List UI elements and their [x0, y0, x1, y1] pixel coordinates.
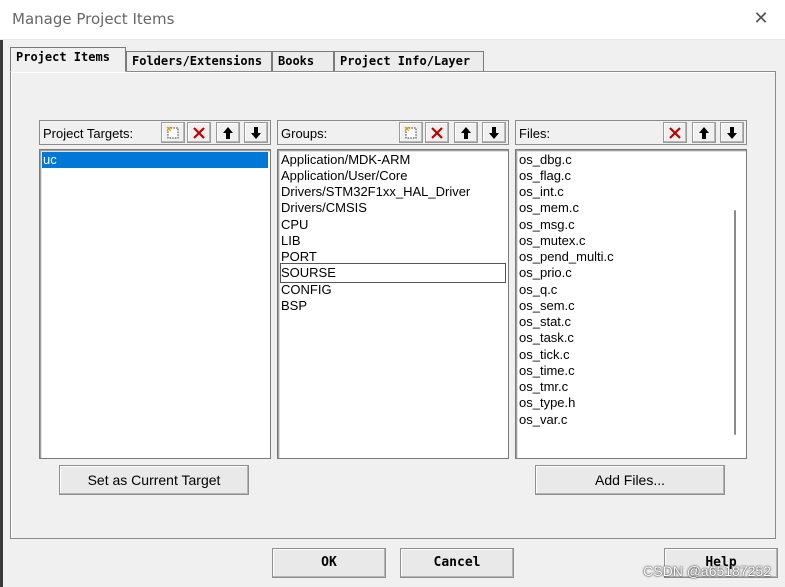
project-targets-panel: Project Targets: uc [39, 120, 271, 460]
arrow-down-icon [251, 126, 261, 139]
list-item[interactable]: Application/MDK-ARM [281, 152, 410, 168]
move-target-up-button[interactable] [216, 122, 240, 143]
list-item[interactable]: os_prio.c [519, 265, 572, 281]
list-item[interactable]: os_mutex.c [519, 233, 585, 249]
move-group-down-button[interactable] [482, 122, 506, 143]
list-item[interactable]: os_type.h [519, 395, 575, 411]
list-item[interactable]: os_tmr.c [519, 379, 568, 395]
new-target-button[interactable] [161, 122, 185, 143]
list-item[interactable]: os_sem.c [519, 298, 575, 314]
project-targets-list[interactable]: uc [39, 149, 271, 459]
delete-icon [431, 126, 443, 139]
list-item[interactable]: uc [43, 152, 57, 168]
move-group-up-button[interactable] [454, 122, 478, 143]
delete-icon [193, 126, 205, 139]
tab-project-info-layer[interactable]: Project Info/Layer [334, 51, 484, 71]
new-item-icon [404, 126, 417, 138]
tab-folders-extensions[interactable]: Folders/Extensions [126, 51, 272, 71]
ok-button[interactable]: OK [272, 548, 386, 578]
button-label: Cancel [433, 555, 481, 570]
list-item[interactable]: os_flag.c [519, 168, 571, 184]
arrow-up-icon [223, 126, 233, 139]
groups-header: Groups: [277, 120, 509, 145]
move-file-up-button[interactable] [692, 122, 716, 143]
list-item[interactable]: Drivers/CMSIS [281, 200, 367, 216]
delete-icon [669, 126, 681, 139]
delete-file-button[interactable] [663, 122, 687, 143]
list-item[interactable]: os_time.c [519, 363, 575, 379]
move-file-down-button[interactable] [720, 122, 744, 143]
close-icon[interactable]: ✕ [751, 9, 771, 29]
tab-label: Folders/Extensions [132, 54, 263, 68]
add-files-button[interactable]: Add Files... [535, 465, 725, 495]
list-item[interactable]: os_int.c [519, 184, 564, 200]
arrow-down-icon [727, 126, 737, 139]
list-item[interactable]: os_mem.c [519, 200, 579, 216]
window-title: Manage Project Items [12, 10, 175, 28]
tab-books[interactable]: Books [272, 51, 334, 71]
arrow-down-icon [489, 126, 499, 139]
list-item[interactable]: os_msg.c [519, 217, 575, 233]
delete-group-button[interactable] [425, 122, 449, 143]
arrow-up-icon [699, 126, 709, 139]
list-item[interactable]: os_tick.c [519, 347, 570, 363]
tab-label: Project Info/Layer [340, 54, 471, 68]
tab-label: Project Items [16, 50, 110, 64]
list-item[interactable]: os_dbg.c [519, 152, 572, 168]
tab-project-items[interactable]: Project Items [10, 47, 126, 72]
set-as-current-target-button[interactable]: Set as Current Target [59, 465, 249, 495]
list-item[interactable]: CONFIG [281, 282, 332, 298]
button-label: OK [321, 555, 337, 570]
files-label: Files: [519, 126, 551, 141]
project-targets-header: Project Targets: [39, 120, 271, 145]
list-item[interactable]: LIB [281, 233, 301, 249]
delete-target-button[interactable] [187, 122, 211, 143]
list-item[interactable]: os_q.c [519, 282, 557, 298]
groups-label: Groups: [281, 126, 328, 141]
arrow-up-icon [461, 126, 471, 139]
files-header: Files: [515, 120, 747, 145]
tab-label: Books [278, 54, 315, 68]
move-target-down-button[interactable] [244, 122, 268, 143]
manage-project-items-dialog: Manage Project Items ✕ Project Items Fol… [0, 0, 785, 587]
list-item[interactable]: BSP [281, 298, 307, 314]
watermark: CSDN @a65187252 [643, 563, 771, 579]
list-item[interactable]: SOURSE [281, 265, 336, 281]
title-bar: Manage Project Items ✕ [0, 0, 785, 40]
selected-row-highlight [42, 152, 268, 168]
list-item[interactable]: os_pend_multi.c [519, 249, 614, 265]
cancel-button[interactable]: Cancel [400, 548, 514, 578]
list-item[interactable]: Application/User/Core [281, 168, 407, 184]
button-label: Set as Current Target [87, 472, 221, 488]
background-edge [0, 40, 3, 587]
list-item[interactable]: os_stat.c [519, 314, 571, 330]
list-item[interactable]: os_var.c [519, 412, 567, 428]
groups-list[interactable]: Application/MDK-ARM Application/User/Cor… [277, 149, 509, 459]
list-item[interactable]: os_task.c [519, 330, 574, 346]
files-list[interactable]: os_dbg.c os_flag.c os_int.c os_mem.c os_… [515, 149, 747, 459]
list-item[interactable]: CPU [281, 217, 308, 233]
tab-panel: Project Targets: uc Groups: Application/… [10, 71, 776, 539]
new-group-button[interactable] [399, 122, 423, 143]
list-item[interactable]: Drivers/STM32F1xx_HAL_Driver [281, 184, 470, 200]
files-panel: Files: os_dbg.c os_flag.c os_int.c os_me… [515, 120, 747, 460]
project-targets-label: Project Targets: [43, 126, 134, 141]
files-scrollbar[interactable] [734, 210, 736, 435]
groups-panel: Groups: Application/MDK-ARM Application/… [277, 120, 509, 460]
button-label: Add Files... [594, 472, 666, 488]
new-item-icon [166, 126, 179, 138]
